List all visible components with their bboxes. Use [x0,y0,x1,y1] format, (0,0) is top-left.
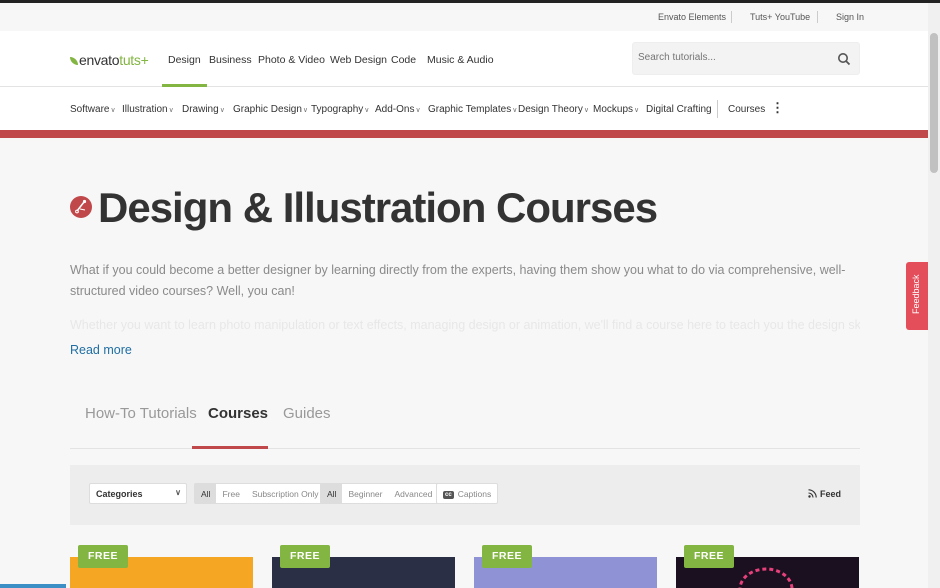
read-more-link[interactable]: Read more [70,343,132,357]
tab-guides[interactable]: Guides [283,405,331,422]
subnav-digital-crafting[interactable]: Digital Crafting [646,104,712,115]
subnav-label: Mockups [593,104,634,115]
free-badge: FREE [684,545,735,568]
categories-label: Categories [96,489,143,499]
illustration-category-icon [70,196,92,218]
subnav-add-ons[interactable]: Add-Ons∨ [375,104,421,115]
scrollbar[interactable] [928,3,940,588]
rss-icon [808,489,817,498]
free-badge: FREE [280,545,331,568]
filter-bar: Categories ∨ All Free Subscription Only … [70,465,860,525]
subnav-label: Graphic Design [233,104,302,115]
captions-label: Captions [457,489,492,499]
nav-code[interactable]: Code [391,54,416,66]
main-nav: envatotuts+ Design Business Photo & Vide… [0,31,928,87]
utility-bar: Envato Elements Tuts+ YouTube Sign In [0,3,928,31]
subnav-graphic-design[interactable]: Graphic Design∨ [233,104,308,115]
search-box [632,42,860,75]
price-free-option[interactable]: Free [216,484,245,503]
feedback-label: Feedback [911,274,921,314]
envato-tuts-logo[interactable]: envatotuts+ [70,52,149,68]
feed-label: Feed [820,489,842,499]
utility-divider [817,11,818,23]
chevron-down-icon: ∨ [512,107,518,114]
subnav-label: Illustration [122,104,168,115]
chevron-down-icon: ∨ [175,488,181,497]
chevron-down-icon: ∨ [110,107,116,114]
logo-tuts-text: tuts+ [119,52,149,68]
category-nav: Software∨ Illustration∨ Drawing∨ Graphic… [0,87,928,130]
nav-photo-video[interactable]: Photo & Video [258,54,325,66]
subnav-software[interactable]: Software∨ [70,104,116,115]
chevron-down-icon: ∨ [168,107,174,114]
level-advanced-option[interactable]: Advanced [388,484,438,503]
page-title: Design & Illustration Courses [98,184,658,231]
subnav-label: Typography [311,104,364,115]
closed-captions-icon: cc [443,491,454,499]
chevron-down-icon: ∨ [415,107,421,114]
sign-in-link[interactable]: Sign In [836,12,864,22]
free-badge: FREE [482,545,533,568]
price-subscription-option[interactable]: Subscription Only [246,484,325,503]
scrollbar-thumb[interactable] [930,33,938,173]
search-input[interactable] [638,52,828,63]
free-badge: FREE [78,545,129,568]
feed-link[interactable]: Feed [808,489,841,499]
subnav-label: Drawing [182,104,219,115]
tab-how-to-tutorials[interactable]: How-To Tutorials [85,405,197,422]
chevron-down-icon: ∨ [583,107,589,114]
chevron-down-icon: ∨ [634,107,640,114]
level-all-option[interactable]: All [321,484,343,503]
tuts-youtube-link[interactable]: Tuts+ YouTube [750,12,810,22]
search-icon[interactable] [837,52,851,66]
captions-filter[interactable]: cc Captions [436,483,499,504]
chevron-down-icon: ∨ [219,107,225,114]
envato-elements-link[interactable]: Envato Elements [658,12,726,22]
subnav-label: Software [70,104,110,115]
feedback-button[interactable]: Feedback [906,262,930,330]
level-beginner-option[interactable]: Beginner [342,484,388,503]
logo-envato-text: envato [79,52,120,68]
nav-business[interactable]: Business [209,54,252,66]
subnav-typography[interactable]: Typography∨ [311,104,369,115]
tab-courses[interactable]: Courses [208,405,268,422]
subnav-label: Graphic Templates [428,104,512,115]
level-filter: All Beginner Advanced [320,483,440,504]
chevron-down-icon: ∨ [302,107,309,114]
faded-intro-text: Whether you want to learn photo manipula… [70,318,860,332]
leaf-icon [70,57,78,65]
intro-text: What if you could become a better design… [70,263,846,298]
price-filter: All Free Subscription Only [194,483,326,504]
subnav-courses[interactable]: Courses [728,104,765,115]
subnav-label: Design Theory [518,104,583,115]
categories-select[interactable]: Categories ∨ [89,483,187,504]
nav-music-audio[interactable]: Music & Audio [427,54,494,66]
subnav-illustration[interactable]: Illustration∨ [122,104,174,115]
subnav-label: Add-Ons [375,104,415,115]
category-accent-bar [0,130,928,138]
subnav-divider [717,100,718,118]
active-tab-indicator [192,446,268,449]
nav-design[interactable]: Design [162,54,207,87]
price-all-option[interactable]: All [195,484,217,503]
more-options-icon[interactable]: ⋮ [771,101,784,114]
chevron-down-icon: ∨ [364,107,370,114]
subnav-design-theory[interactable]: Design Theory∨ [518,104,589,115]
status-strip [0,584,66,588]
pen-tool-icon [75,199,87,214]
subnav-mockups[interactable]: Mockups∨ [593,104,639,115]
subnav-graphic-templates[interactable]: Graphic Templates∨ [428,104,517,115]
content-tabs: How-To Tutorials Courses Guides [70,395,860,449]
nav-web-design[interactable]: Web Design [330,54,387,66]
subnav-drawing[interactable]: Drawing∨ [182,104,225,115]
utility-divider [731,11,732,23]
